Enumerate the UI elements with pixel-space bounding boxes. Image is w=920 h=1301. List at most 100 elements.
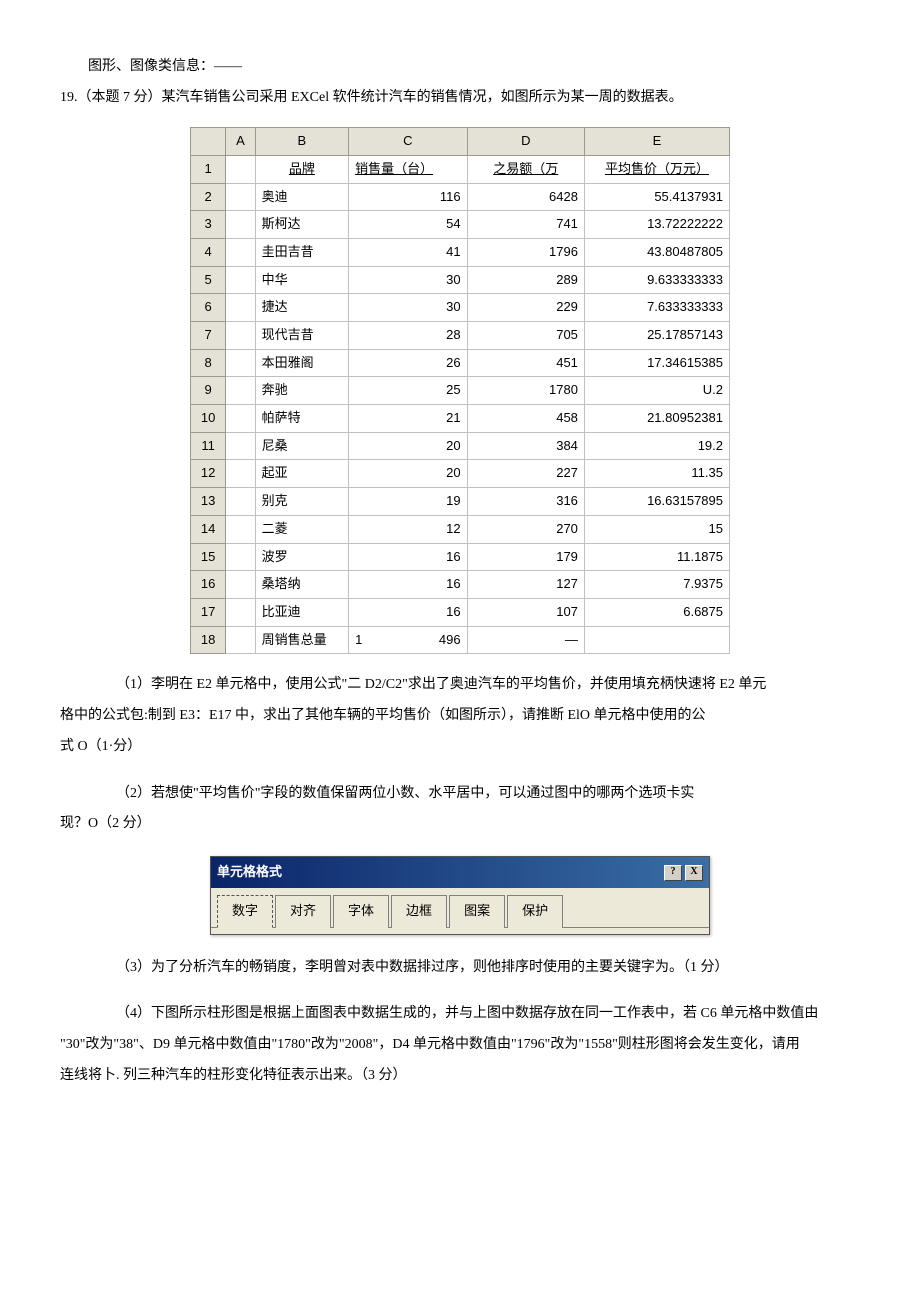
table-row: 6捷达302297.633333333 — [191, 294, 730, 322]
cell-sales: 16 — [349, 571, 468, 599]
cell-amount: 1796 — [467, 238, 584, 266]
table-row: 13别克1931616.63157895 — [191, 488, 730, 516]
q4-line2: "30"改为"38"、D9 单元格中数值由"1780"改为"2008"，D4 单… — [60, 1030, 860, 1061]
tab-border[interactable]: 边框 — [391, 895, 447, 928]
table-row: 15波罗1617911.1875 — [191, 543, 730, 571]
row-num: 17 — [191, 598, 226, 626]
cell-avg: 13.72222222 — [584, 211, 729, 239]
tab-strip: 数字 对齐 字体 边框 图案 保护 — [211, 894, 709, 928]
cell-amount: 6428 — [467, 183, 584, 211]
cell-sales: 19 — [349, 488, 468, 516]
cell-brand: 奔驰 — [255, 377, 348, 405]
cell-brand: 桑塔纳 — [255, 571, 348, 599]
cell-a-total — [226, 626, 255, 654]
table-row: 8本田雅阁2645117.34615385 — [191, 349, 730, 377]
cell-a — [226, 405, 255, 433]
table-row: 14二菱1227015 — [191, 515, 730, 543]
cell-brand: 本田雅阁 — [255, 349, 348, 377]
cell-sales: 54 — [349, 211, 468, 239]
cell-brand: 波罗 — [255, 543, 348, 571]
row-num: 11 — [191, 432, 226, 460]
row-num: 4 — [191, 238, 226, 266]
cell-brand: 奥迪 — [255, 183, 348, 211]
col-header-b: B — [255, 128, 348, 156]
row-num: 6 — [191, 294, 226, 322]
table-row: 7现代吉昔2870525.17857143 — [191, 322, 730, 350]
total-sales: 1 496 — [349, 626, 468, 654]
tab-number[interactable]: 数字 — [217, 895, 273, 928]
cell-a — [226, 238, 255, 266]
cell-amount: 451 — [467, 349, 584, 377]
row-num: 1 — [191, 155, 226, 183]
cell-brand: 圭田吉昔 — [255, 238, 348, 266]
header-amount: 之易额（万 — [467, 155, 584, 183]
cell-avg: 21.80952381 — [584, 405, 729, 433]
cell-sales: 26 — [349, 349, 468, 377]
cell-sales: 20 — [349, 460, 468, 488]
cell-avg: 9.633333333 — [584, 266, 729, 294]
tab-alignment[interactable]: 对齐 — [275, 895, 331, 928]
cell-a — [226, 571, 255, 599]
cell-avg: 16.63157895 — [584, 488, 729, 516]
table-row: 4圭田吉昔41179643.80487805 — [191, 238, 730, 266]
cell-sales: 16 — [349, 598, 468, 626]
q4-line3: 连线将卜. 列三种汽车的柱形变化特征表示出来。（3 分） — [60, 1061, 860, 1092]
cell-a — [226, 349, 255, 377]
cell-sales: 21 — [349, 405, 468, 433]
cell-a — [226, 377, 255, 405]
cell-amount: 107 — [467, 598, 584, 626]
cell-sales: 16 — [349, 543, 468, 571]
row-num: 7 — [191, 322, 226, 350]
data-header-row: 1 品牌 销售量（台） 之易额（万 平均售价（万元） — [191, 155, 730, 183]
cell-brand: 中华 — [255, 266, 348, 294]
cell-avg: 11.1875 — [584, 543, 729, 571]
cell-a — [226, 432, 255, 460]
cell-avg: 25.17857143 — [584, 322, 729, 350]
cell-a — [226, 543, 255, 571]
tab-protection[interactable]: 保护 — [507, 895, 563, 928]
cell-amount: 229 — [467, 294, 584, 322]
row-num: 2 — [191, 183, 226, 211]
cell-brand: 二菱 — [255, 515, 348, 543]
header-avg: 平均售价（万元） — [584, 155, 729, 183]
row-num: 9 — [191, 377, 226, 405]
question-19: 19.（本题 7 分）某汽车销售公司采用 EXCel 软件统计汽车的销售情况，如… — [60, 85, 860, 112]
cell-brand: 现代吉昔 — [255, 322, 348, 350]
cell-brand: 斯柯达 — [255, 211, 348, 239]
cell-avg: U.2 — [584, 377, 729, 405]
dialog-title-bar: 单元格格式 ? X — [211, 857, 709, 888]
cell-amount: 127 — [467, 571, 584, 599]
tab-pattern[interactable]: 图案 — [449, 895, 505, 928]
row-num: 13 — [191, 488, 226, 516]
cell-amount: 384 — [467, 432, 584, 460]
tab-font[interactable]: 字体 — [333, 895, 389, 928]
table-row: 9奔驰251780U.2 — [191, 377, 730, 405]
table-row: 11尼桑2038419.2 — [191, 432, 730, 460]
row-num: 12 — [191, 460, 226, 488]
cell-amount: 270 — [467, 515, 584, 543]
close-button[interactable]: X — [685, 865, 703, 881]
col-header-row: A B C D E — [191, 128, 730, 156]
row-num: 8 — [191, 349, 226, 377]
row-num: 16 — [191, 571, 226, 599]
q3: （3）为了分析汽车的畅销度，李明曾对表中数据排过序，则他排序时使用的主要关键字为… — [60, 953, 860, 984]
help-button[interactable]: ? — [664, 865, 682, 881]
cell-format-dialog: 单元格格式 ? X 数字 对齐 字体 边框 图案 保护 — [210, 856, 710, 934]
dialog-title: 单元格格式 — [217, 860, 282, 885]
row-num: 3 — [191, 211, 226, 239]
cell-amount: 227 — [467, 460, 584, 488]
cell-a — [226, 294, 255, 322]
cell-sales: 41 — [349, 238, 468, 266]
cell-sales: 25 — [349, 377, 468, 405]
cell-a — [226, 460, 255, 488]
cell-amount: 458 — [467, 405, 584, 433]
intro-graphics: 图形、图像类信息：—— — [60, 54, 860, 81]
q4-line1: （4）下图所示柱形图是根据上面图表中数据生成的，并与上图中数据存放在同一工作表中… — [60, 999, 860, 1030]
row-num: 18 — [191, 626, 226, 654]
cell-avg: 6.6875 — [584, 598, 729, 626]
header-sales: 销售量（台） — [349, 155, 468, 183]
cell-avg: 19.2 — [584, 432, 729, 460]
q1-line1: （1）李明在 E2 单元格中，使用公式"二 D2/C2"求出了奥迪汽车的平均售价… — [60, 670, 860, 701]
total-brand: 周销售总量 — [255, 626, 348, 654]
table-row: 16桑塔纳161277.9375 — [191, 571, 730, 599]
